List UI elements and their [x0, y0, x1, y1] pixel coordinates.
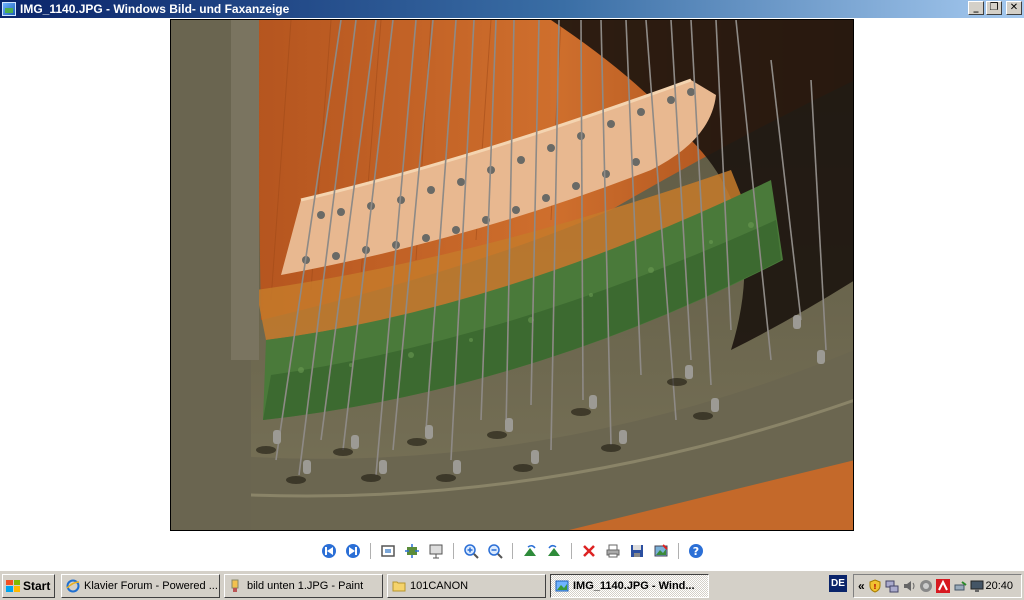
security-shield-icon[interactable]: !	[868, 579, 882, 593]
toolbar-separator	[369, 543, 371, 559]
minimize-icon: _	[973, 2, 979, 13]
edit-icon	[654, 544, 668, 557]
print-icon	[606, 544, 619, 558]
zoom-in-button[interactable]	[461, 541, 481, 561]
folder-icon	[392, 581, 406, 591]
avira-icon[interactable]	[935, 579, 950, 593]
save-button[interactable]	[627, 541, 647, 561]
antivirus-icon[interactable]	[919, 579, 933, 593]
previous-icon	[321, 544, 336, 558]
displayed-photo[interactable]	[170, 19, 854, 531]
previous-image-button[interactable]	[319, 541, 339, 561]
toolbar-separator	[452, 543, 454, 559]
rotate-clockwise-button[interactable]	[520, 541, 540, 561]
next-icon	[345, 544, 360, 558]
minimize-button[interactable]: _	[968, 1, 984, 15]
task-label: 101CANON	[410, 579, 469, 592]
window-title-bar[interactable]: IMG_1140.JPG - Windows Bild- und Faxanze…	[0, 0, 1024, 18]
actual-size-icon	[404, 544, 419, 558]
taskbar: Start Klavier Forum - Powered ... bild u…	[0, 570, 1024, 600]
tray-expand-button[interactable]: «	[858, 579, 865, 593]
task-label: IMG_1140.JPG - Wind...	[573, 579, 695, 592]
restore-icon: ❐	[989, 2, 999, 13]
svg-text:!: !	[873, 583, 876, 591]
rotate-counterclockwise-button[interactable]	[544, 541, 564, 561]
rotate-ccw-icon	[547, 544, 560, 556]
task-label: bild unten 1.JPG - Paint	[247, 579, 364, 592]
zoom-in-icon	[463, 544, 479, 559]
toolbar-separator	[511, 543, 513, 559]
image-viewport[interactable]	[0, 18, 1024, 536]
toolbar-separator	[677, 543, 679, 559]
task-label: Klavier Forum - Powered ...	[84, 579, 218, 592]
task-list: Klavier Forum - Powered ... bild unten 1…	[61, 573, 709, 598]
windows-logo-icon	[6, 579, 20, 592]
task-image-viewer[interactable]: IMG_1140.JPG - Wind...	[550, 573, 709, 598]
save-icon	[630, 545, 643, 557]
image-viewer-icon[interactable]	[2, 2, 16, 16]
network-icon[interactable]	[885, 579, 899, 593]
toolbar-separator	[570, 543, 572, 559]
actual-size-button[interactable]	[402, 541, 422, 561]
delete-button[interactable]	[579, 541, 599, 561]
slideshow-icon	[429, 544, 442, 559]
start-label: Start	[23, 578, 51, 593]
paint-icon	[231, 579, 239, 592]
rotate-cw-icon	[523, 544, 536, 556]
safely-remove-icon[interactable]	[953, 579, 967, 593]
zoom-out-icon	[487, 544, 503, 559]
image-viewer-icon	[555, 580, 569, 591]
next-image-button[interactable]	[343, 541, 363, 561]
restore-button[interactable]: ❐	[986, 1, 1002, 15]
task-101canon-folder[interactable]: 101CANON	[387, 573, 546, 598]
best-fit-button[interactable]	[378, 541, 398, 561]
system-tray: « ! 20:40	[853, 574, 1022, 598]
delete-icon	[582, 545, 595, 557]
language-indicator[interactable]: DE	[829, 575, 847, 592]
speaker-icon[interactable]	[902, 579, 916, 593]
clock[interactable]: 20:40	[985, 580, 1013, 592]
slideshow-button[interactable]	[426, 541, 446, 561]
display-icon[interactable]	[970, 579, 984, 593]
start-button[interactable]: Start	[2, 573, 55, 598]
window-title: IMG_1140.JPG - Windows Bild- und Faxanze…	[20, 2, 290, 16]
best-fit-icon	[380, 545, 395, 557]
svg-text:?: ?	[692, 545, 698, 558]
edit-button[interactable]	[651, 541, 671, 561]
task-paint[interactable]: bild unten 1.JPG - Paint	[224, 573, 383, 598]
help-icon: ?	[688, 544, 703, 558]
window-controls: _ ❐ ✕	[968, 1, 1022, 15]
close-icon: ✕	[1009, 2, 1019, 13]
print-button[interactable]	[603, 541, 623, 561]
ie-icon	[66, 579, 80, 592]
zoom-out-button[interactable]	[485, 541, 505, 561]
task-klavier-forum[interactable]: Klavier Forum - Powered ...	[61, 573, 220, 598]
viewer-toolbar: ?	[0, 540, 1024, 562]
help-button[interactable]: ?	[686, 541, 706, 561]
close-button[interactable]: ✕	[1006, 1, 1022, 15]
piano-strings-photo	[171, 20, 853, 530]
